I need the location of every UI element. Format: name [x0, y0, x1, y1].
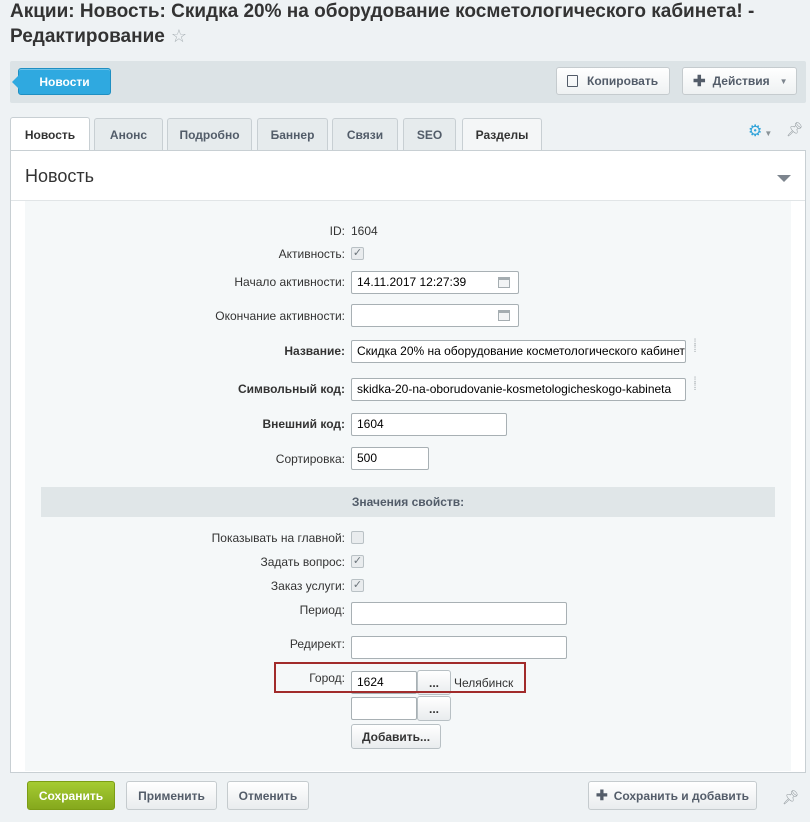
copy-button-label: Копировать: [587, 74, 659, 88]
show-main-label: Показывать на главной:: [211, 531, 345, 545]
period-input[interactable]: [351, 602, 567, 625]
ext-code-input[interactable]: 1604: [351, 413, 507, 436]
redirect-label: Редирект:: [289, 637, 345, 651]
code-input[interactable]: skidka-20-na-oborudovanie-kosmetologiche…: [351, 378, 686, 401]
actions-button-label: Действия: [712, 74, 770, 88]
chevron-down-icon: ▼: [779, 76, 788, 86]
start-date-input[interactable]: 14.11.2017 12:27:39: [351, 271, 519, 294]
name-label: Название:: [284, 344, 345, 358]
code-label: Символьный код:: [237, 382, 345, 396]
tab-bar: Новость Анонс Подробно Баннер Связи SEO …: [10, 117, 806, 151]
end-label: Окончание активности:: [215, 309, 345, 323]
city-id-input-2[interactable]: [351, 697, 417, 720]
order-service-checkbox[interactable]: ✓: [351, 579, 364, 592]
toolbar: Новости Копировать ✚ Действия ▼: [10, 61, 806, 103]
sort-input[interactable]: 500: [351, 447, 429, 470]
settings-gear-icon[interactable]: ⚙ ▼: [748, 121, 772, 141]
end-date-input[interactable]: [351, 304, 519, 327]
save-and-add-label: Сохранить и добавить: [613, 788, 750, 803]
tab-sections[interactable]: Разделы: [462, 118, 542, 150]
save-and-add-button[interactable]: ✚ Сохранить и добавить: [588, 781, 757, 810]
pin-icon[interactable]: 📌︎: [786, 121, 804, 138]
tab-details[interactable]: Подробно: [167, 118, 252, 150]
actions-button[interactable]: ✚ Действия ▼: [682, 67, 797, 95]
active-checkbox[interactable]: ✓: [351, 247, 364, 260]
copy-button[interactable]: Копировать: [556, 67, 670, 95]
plus-icon: ✚: [595, 787, 608, 803]
ask-question-checkbox[interactable]: ✓: [351, 555, 364, 568]
translit-icon[interactable]: ⁞ ⁞: [690, 339, 700, 359]
start-label: Начало активности:: [234, 275, 345, 289]
name-input[interactable]: Скидка 20% на оборудование косметологиче…: [351, 340, 686, 363]
period-label: Период:: [299, 603, 345, 617]
apply-button[interactable]: Применить: [126, 781, 217, 810]
page-title: Акции: Новость: Скидка 20% на оборудован…: [10, 0, 805, 49]
panel-title: Новость: [25, 166, 95, 186]
tab-seo[interactable]: SEO: [403, 118, 456, 150]
copy-icon: [567, 75, 578, 87]
id-label: ID:: [329, 224, 345, 238]
footer-bar: Сохранить Применить Отменить ✚ Сохранить…: [10, 773, 806, 822]
city-highlight-frame: [274, 662, 526, 693]
calendar-icon[interactable]: [498, 310, 510, 321]
tab-news[interactable]: Новость: [10, 117, 90, 151]
ext-code-label: Внешний код:: [262, 417, 345, 431]
tab-links[interactable]: Связи: [332, 118, 398, 150]
page-title-text: Акции: Новость: Скидка 20% на оборудован…: [10, 1, 755, 47]
panel-header: Новость: [11, 151, 805, 201]
active-label: Активность:: [278, 247, 345, 261]
redirect-input[interactable]: [351, 636, 567, 659]
pin-icon[interactable]: 📌︎: [782, 789, 800, 806]
star-icon[interactable]: ☆: [171, 26, 187, 46]
plus-icon: ✚: [693, 73, 706, 90]
collapse-arrow-icon[interactable]: [777, 175, 791, 182]
city-browse-button-2[interactable]: ...: [417, 696, 451, 721]
tab-banner[interactable]: Баннер: [257, 118, 328, 150]
sort-label: Сортировка:: [275, 452, 345, 466]
cancel-button[interactable]: Отменить: [227, 781, 309, 810]
properties-section-header: Значения свойств:: [41, 487, 775, 517]
start-date-value: 14.11.2017 12:27:39: [357, 275, 467, 289]
calendar-icon[interactable]: [498, 277, 510, 288]
id-value: 1604: [351, 224, 378, 238]
ask-question-label: Задать вопрос:: [260, 555, 345, 569]
show-main-checkbox[interactable]: [351, 531, 364, 544]
tab-announce[interactable]: Анонс: [94, 118, 163, 150]
save-button[interactable]: Сохранить: [27, 781, 115, 810]
translit-icon[interactable]: ⁞ ⁞: [690, 377, 700, 397]
order-service-label: Заказ услуги:: [270, 579, 345, 593]
add-city-button[interactable]: Добавить...: [351, 724, 441, 749]
back-to-news-button[interactable]: Новости: [12, 68, 111, 95]
